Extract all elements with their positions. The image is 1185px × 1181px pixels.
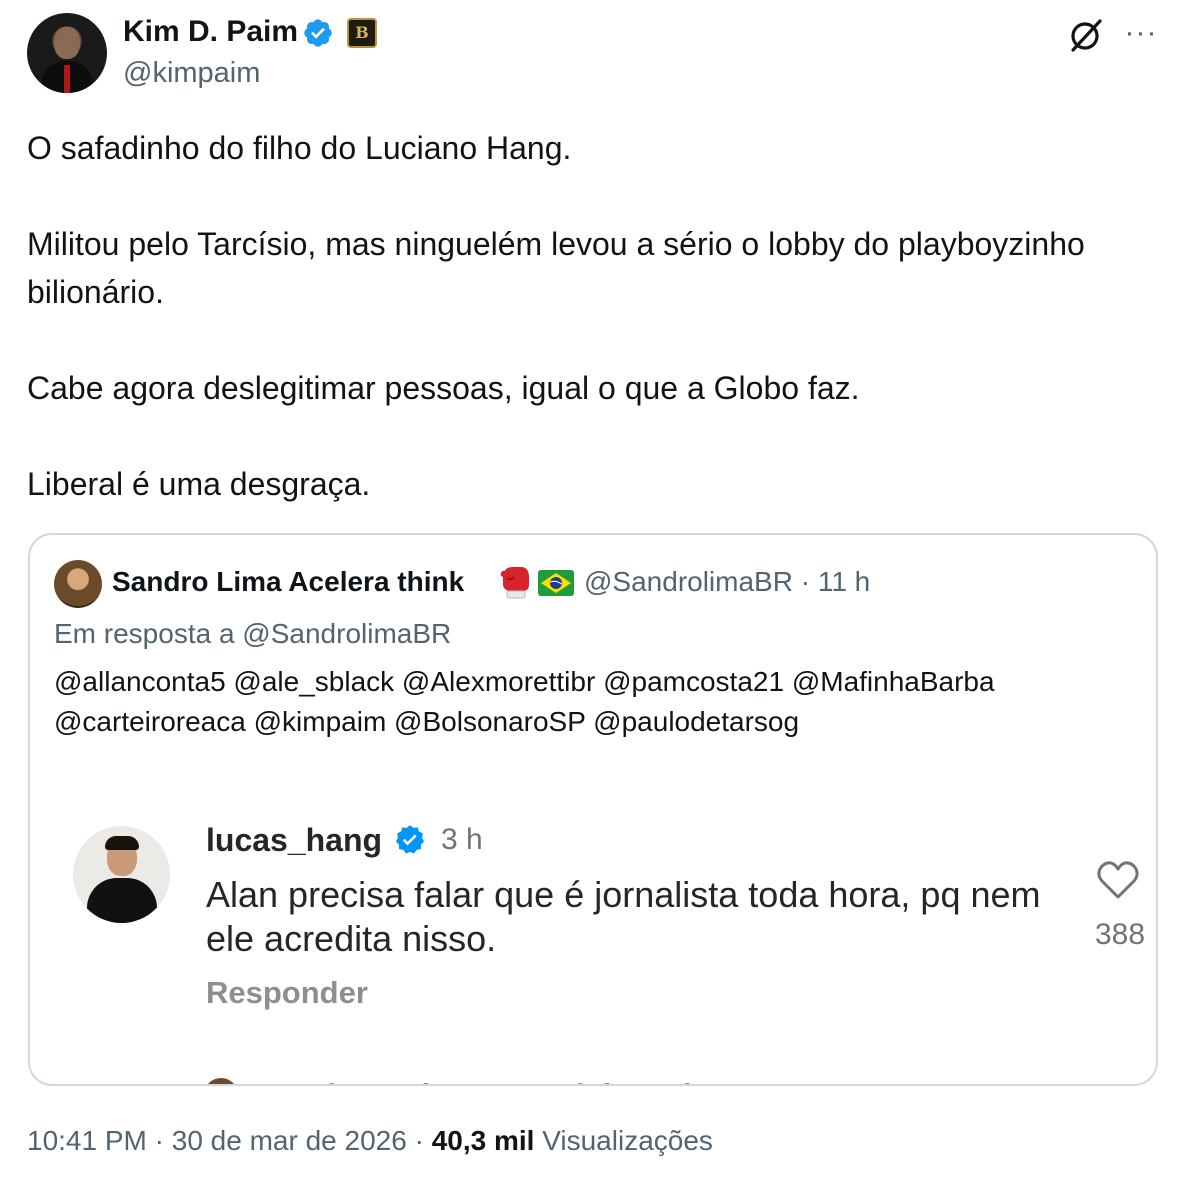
avatar-shirt	[87, 878, 157, 923]
next-comment-peek: nobenepimentonoticias 3 h	[200, 1072, 800, 1084]
reply-context: Em resposta a @SandrolimaBR	[54, 618, 452, 649]
tweet-date[interactable]: 30 de mar de 2026	[172, 1125, 407, 1156]
views-count: 40,3 mil	[431, 1125, 535, 1156]
grok-icon[interactable]	[1067, 16, 1105, 54]
author-handle[interactable]: @kimpaim	[123, 53, 260, 93]
tweet-paragraph: Liberal é uma desgraça.	[27, 466, 371, 502]
comment-username: lucas_hang	[206, 822, 383, 858]
avatar-hair	[105, 836, 139, 850]
affiliate-badge[interactable]: B	[347, 18, 377, 48]
boxing-glove-icon	[500, 567, 529, 599]
comment-like-count: 388	[1094, 918, 1146, 951]
verified-badge-icon	[304, 19, 332, 47]
next-comment-avatar	[204, 1078, 238, 1084]
comment-verified-icon	[395, 825, 425, 854]
tweet-metadata: 10:41 PM · 30 de mar de 2026 · 40,3 mil …	[27, 1120, 713, 1162]
tweet-paragraph: Cabe agora deslegitimar pessoas, igual o…	[27, 370, 860, 406]
author-display-name[interactable]: Kim D. Paim	[123, 12, 298, 52]
quoted-display-name[interactable]: Sandro Lima Acelera think	[112, 562, 464, 602]
quoted-mentions[interactable]: @allanconta5 @ale_sblack @Alexmorettibr …	[54, 662, 1144, 742]
tweet-paragraph: O safadinho do filho do Luciano Hang.	[27, 130, 572, 166]
author-avatar[interactable]	[27, 13, 107, 93]
quoted-handle-time[interactable]: @SandrolimaBR · 11 h	[584, 562, 870, 602]
comment-reply-label: Responder	[206, 975, 368, 1010]
separator-dot: ·	[154, 1125, 172, 1156]
more-icon[interactable]: ···	[1122, 14, 1160, 52]
next-comment-username: nobenepimentonoticias 3 h	[288, 1076, 702, 1084]
avatar-face	[54, 27, 80, 59]
brazil-flag-icon	[538, 570, 574, 596]
heart-icon	[1097, 861, 1139, 899]
comment-text: Alan precisa falar que é jornalista toda…	[206, 874, 1041, 959]
tweet-page: Kim D. Paim B @kimpaim ··· O safadinho d…	[0, 0, 1185, 1181]
tweet-paragraph: Militou pelo Tarcísio, mas ninguelém lev…	[27, 226, 1085, 310]
quoted-tweet-card[interactable]: Sandro Lima Acelera think @SandrolimaBR …	[28, 533, 1158, 1086]
tweet-time[interactable]: 10:41 PM	[27, 1125, 147, 1156]
comment-time: 3 h	[441, 823, 483, 856]
quoted-author-avatar[interactable]	[54, 560, 102, 608]
avatar-tie	[64, 65, 70, 93]
views-label: Visualizações	[542, 1125, 713, 1156]
comment-avatar	[73, 826, 170, 923]
separator-dot: ·	[414, 1125, 432, 1156]
